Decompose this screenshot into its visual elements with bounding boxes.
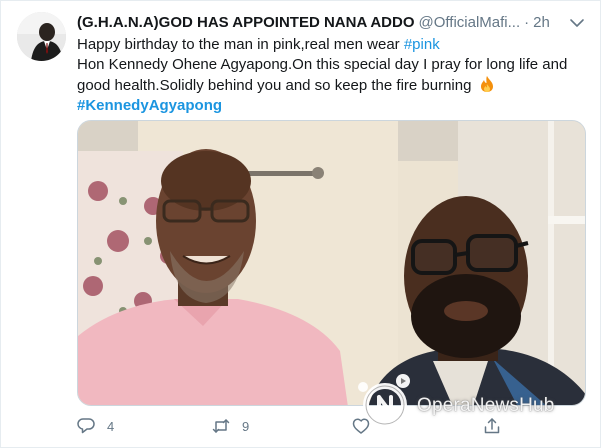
retweet-button[interactable]: 9 bbox=[212, 413, 249, 439]
tweet-text-line1: Happy birthday to the man in pink,real m… bbox=[77, 36, 404, 53]
watermark-text: OperaNewsHub bbox=[417, 395, 555, 416]
reply-count: 4 bbox=[107, 418, 115, 434]
header-separator: · bbox=[524, 14, 530, 31]
tweet-photo[interactable] bbox=[77, 120, 586, 406]
retweet-icon bbox=[212, 419, 230, 433]
reply-icon bbox=[77, 418, 95, 434]
author-avatar[interactable] bbox=[17, 12, 66, 61]
hashtag-pink-link[interactable]: #pink bbox=[404, 36, 440, 53]
photo-two-men-selfie bbox=[78, 121, 585, 405]
chevron-down-icon bbox=[570, 19, 584, 27]
retweet-count: 9 bbox=[242, 418, 250, 434]
tweet-card[interactable]: (G.H.A.N.A)GOD HAS APPOINTED NANA ADDO @O… bbox=[0, 0, 601, 448]
more-options-button[interactable] bbox=[568, 14, 586, 32]
opera-news-hub-watermark: OperaNewsHub bbox=[351, 373, 601, 439]
tweet-timestamp[interactable]: 2h bbox=[533, 14, 550, 31]
author-name[interactable]: (G.H.A.N.A)GOD HAS APPOINTED NANA ADDO bbox=[77, 14, 415, 31]
opera-news-hub-logo-icon bbox=[355, 374, 410, 435]
reply-button[interactable]: 4 bbox=[77, 413, 114, 439]
avatar-image bbox=[17, 12, 66, 61]
hashtag-kennedyagyapong-link[interactable]: #KennedyAgyapong bbox=[77, 97, 222, 114]
author-handle[interactable]: @OfficialMafi... bbox=[419, 14, 521, 31]
tweet-header: (G.H.A.N.A)GOD HAS APPOINTED NANA ADDO @O… bbox=[77, 13, 577, 33]
fire-emoji-icon bbox=[478, 75, 496, 93]
tweet-text: Happy birthday to the man in pink,real m… bbox=[77, 35, 582, 116]
